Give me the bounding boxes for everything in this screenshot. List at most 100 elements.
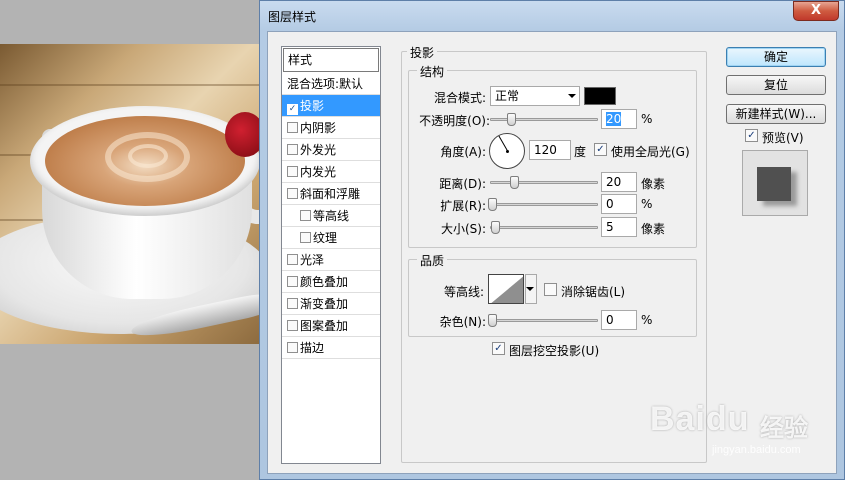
contour-dropdown[interactable] bbox=[525, 274, 537, 304]
linear-contour-icon bbox=[489, 275, 523, 303]
style-item-label: 等高线 bbox=[313, 209, 350, 223]
style-item[interactable]: 渐变叠加 bbox=[282, 293, 380, 315]
anti-alias-label: 消除锯齿(L) bbox=[561, 285, 626, 299]
noise-slider[interactable] bbox=[488, 314, 598, 327]
opacity-unit: % bbox=[641, 112, 653, 126]
style-item-checkbox[interactable] bbox=[300, 210, 311, 221]
angle-dial-needle bbox=[498, 135, 508, 151]
angle-label: 角度(A): bbox=[440, 145, 486, 159]
opacity-slider-thumb[interactable] bbox=[507, 113, 516, 126]
style-item-checkbox[interactable] bbox=[287, 166, 298, 177]
style-item-label: 内阴影 bbox=[300, 121, 337, 135]
spread-unit: % bbox=[641, 197, 653, 211]
wood-plank bbox=[0, 84, 262, 86]
noise-slider-thumb[interactable] bbox=[488, 314, 497, 327]
opacity-value: 20 bbox=[606, 112, 622, 126]
styles-header[interactable]: 样式 bbox=[283, 48, 379, 72]
angle-dial-center bbox=[506, 150, 509, 153]
distance-slider-thumb[interactable] bbox=[510, 176, 519, 189]
noise-label: 杂色(N): bbox=[439, 315, 486, 329]
rose-image bbox=[225, 112, 262, 157]
size-input[interactable]: 5 bbox=[601, 217, 637, 237]
latte-art-image bbox=[128, 144, 168, 168]
close-button[interactable]: X bbox=[793, 1, 839, 21]
spread-slider-thumb[interactable] bbox=[488, 198, 497, 211]
style-item-checkbox[interactable] bbox=[287, 254, 298, 265]
noise-input[interactable]: 0 bbox=[601, 310, 637, 330]
size-slider[interactable] bbox=[490, 221, 598, 234]
style-item[interactable]: 混合选项:默认 bbox=[282, 73, 380, 95]
photo-canvas bbox=[0, 44, 262, 344]
knockout-label: 图层挖空投影(U) bbox=[509, 344, 600, 358]
distance-input[interactable]: 20 bbox=[601, 172, 637, 192]
style-item-label: 渐变叠加 bbox=[300, 297, 349, 311]
style-item-checkbox[interactable] bbox=[287, 298, 298, 309]
watermark-brand: Baidu bbox=[650, 400, 750, 438]
style-item[interactable]: 图案叠加 bbox=[282, 315, 380, 337]
styles-list: 样式 混合选项:默认 ✓ 投影内阴影外发光内发光斜面和浮雕等高线纹理光泽颜色叠加渐变… bbox=[281, 46, 381, 464]
style-item-checkbox[interactable] bbox=[287, 144, 298, 155]
ok-button[interactable]: 确定 bbox=[726, 47, 826, 67]
style-item-label: 斜面和浮雕 bbox=[300, 187, 361, 201]
contour-label: 等高线: bbox=[443, 285, 484, 299]
new-style-button[interactable]: 新建样式(W)... bbox=[726, 104, 826, 124]
watermark-product: 经验 bbox=[760, 415, 808, 442]
style-item-label: 纹理 bbox=[313, 231, 338, 245]
style-item-label: 光泽 bbox=[300, 253, 325, 267]
style-item-label: 外发光 bbox=[300, 143, 337, 157]
noise-unit: % bbox=[641, 313, 653, 327]
style-item[interactable]: 光泽 bbox=[282, 249, 380, 271]
opacity-input[interactable]: 20 bbox=[601, 109, 637, 129]
style-item-label: 混合选项:默认 bbox=[287, 77, 364, 91]
style-item-label: 图案叠加 bbox=[300, 319, 349, 333]
style-item[interactable]: 描边 bbox=[282, 337, 380, 359]
drop-shadow-title: 投影 bbox=[407, 44, 438, 61]
style-item[interactable]: ✓ 投影 bbox=[282, 95, 380, 117]
window-title: 图层样式 bbox=[268, 10, 317, 24]
chevron-down-icon bbox=[568, 94, 576, 98]
angle-dial[interactable] bbox=[489, 133, 525, 169]
knockout-checkbox[interactable]: ✓ bbox=[492, 342, 505, 355]
style-item-checkbox[interactable] bbox=[287, 188, 298, 199]
style-item-label: 颜色叠加 bbox=[300, 275, 349, 289]
size-unit: 像素 bbox=[641, 222, 666, 236]
style-item-label: 描边 bbox=[300, 341, 325, 355]
style-item[interactable]: 颜色叠加 bbox=[282, 271, 380, 293]
style-item[interactable]: 纹理 bbox=[282, 227, 380, 249]
style-item[interactable]: 内发光 bbox=[282, 161, 380, 183]
blend-mode-value: 正常 bbox=[495, 89, 520, 103]
watermark: Baidu 经验 jingyan.baidu.com bbox=[650, 400, 840, 480]
global-light-checkbox[interactable]: ✓ bbox=[594, 143, 607, 156]
blend-mode-select[interactable]: 正常 bbox=[490, 86, 580, 106]
contour-picker[interactable] bbox=[488, 274, 524, 304]
style-item-checkbox[interactable] bbox=[287, 342, 298, 353]
style-item-checkbox[interactable] bbox=[287, 276, 298, 287]
style-item-checkbox[interactable] bbox=[287, 320, 298, 331]
blend-mode-label: 混合模式: bbox=[433, 91, 486, 105]
distance-slider[interactable] bbox=[490, 176, 598, 189]
structure-title: 结构 bbox=[417, 63, 448, 80]
style-item[interactable]: 等高线 bbox=[282, 205, 380, 227]
size-slider-thumb[interactable] bbox=[491, 221, 500, 234]
quality-title: 品质 bbox=[417, 252, 448, 269]
spread-slider[interactable] bbox=[488, 198, 598, 211]
style-item-label: 投影 bbox=[300, 99, 325, 113]
angle-unit: 度 bbox=[574, 145, 587, 159]
style-preview bbox=[742, 150, 808, 216]
style-item[interactable]: 外发光 bbox=[282, 139, 380, 161]
angle-input[interactable]: 120 bbox=[529, 140, 571, 160]
opacity-slider[interactable] bbox=[490, 113, 598, 126]
shadow-color-swatch[interactable] bbox=[584, 87, 616, 105]
chevron-down-icon bbox=[526, 287, 534, 291]
spread-input[interactable]: 0 bbox=[601, 194, 637, 214]
reset-button[interactable]: 复位 bbox=[726, 75, 826, 95]
style-item[interactable]: 斜面和浮雕 bbox=[282, 183, 380, 205]
preview-checkbox[interactable]: ✓ bbox=[745, 129, 758, 142]
style-item[interactable]: 内阴影 bbox=[282, 117, 380, 139]
spread-label: 扩展(R): bbox=[440, 199, 486, 213]
title-bar[interactable]: 图层样式 X bbox=[260, 1, 844, 31]
style-item-checkbox[interactable] bbox=[300, 232, 311, 243]
anti-alias-checkbox[interactable] bbox=[544, 283, 557, 296]
style-item-checkbox[interactable] bbox=[287, 122, 298, 133]
style-item-checkbox[interactable]: ✓ bbox=[287, 104, 298, 115]
